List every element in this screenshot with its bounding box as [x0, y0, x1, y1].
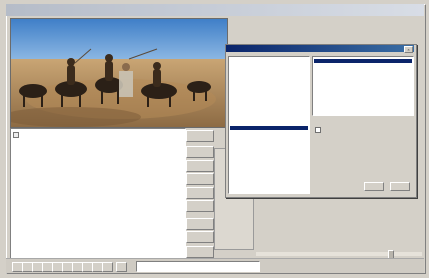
side-button-4[interactable] — [186, 173, 214, 185]
tree-selection-highlight — [230, 126, 308, 130]
side-button-3[interactable] — [186, 160, 214, 172]
expand-icon[interactable] — [13, 132, 19, 138]
format-list[interactable] — [312, 56, 414, 116]
ok-button[interactable] — [364, 182, 384, 191]
side-button-1[interactable] — [186, 130, 214, 142]
toolbar-button-11[interactable] — [116, 262, 127, 272]
side-button-2[interactable] — [186, 146, 214, 158]
side-button-7[interactable] — [186, 218, 214, 230]
side-button-5[interactable] — [186, 187, 214, 199]
close-icon[interactable]: × — [404, 46, 413, 53]
option-checkbox[interactable] — [315, 127, 321, 133]
video-preview — [10, 18, 228, 128]
side-button-8[interactable] — [186, 231, 214, 243]
capture-file-list[interactable] — [10, 128, 186, 260]
device-tree[interactable] — [228, 56, 310, 194]
timeline-track[interactable] — [256, 252, 422, 256]
window-titlebar[interactable] — [6, 4, 424, 16]
status-field — [136, 261, 260, 272]
dialog-titlebar[interactable] — [226, 45, 414, 52]
side-button-9[interactable] — [186, 246, 214, 258]
cancel-button[interactable] — [390, 182, 410, 191]
toolbar-button-10[interactable] — [102, 262, 113, 272]
video-frame-image — [11, 19, 227, 127]
format-row[interactable] — [314, 111, 412, 115]
side-button-6[interactable] — [186, 200, 214, 212]
